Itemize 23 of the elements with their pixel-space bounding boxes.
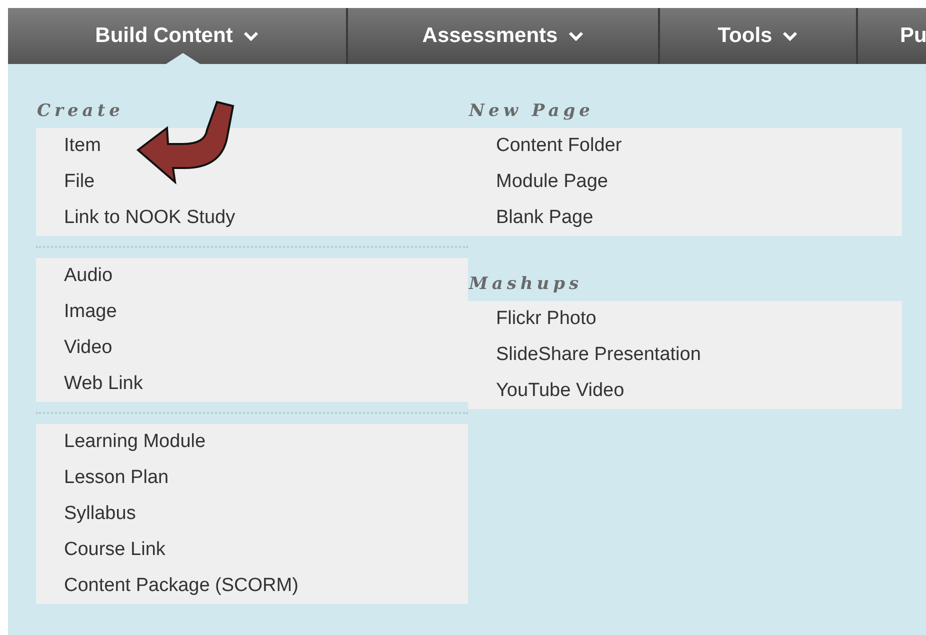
- menu-item[interactable]: Learning Module: [36, 424, 468, 460]
- menu-item[interactable]: Audio: [36, 258, 468, 294]
- menu-item[interactable]: Lesson Plan: [36, 460, 468, 496]
- menu-item[interactable]: File: [36, 164, 468, 200]
- menu-tab[interactable]: Build Content: [8, 8, 348, 64]
- menu-item[interactable]: Item: [36, 128, 468, 164]
- menu-item[interactable]: Image: [36, 294, 468, 330]
- section-heading: Create: [36, 100, 125, 123]
- menu-item[interactable]: Blank Page: [468, 200, 902, 236]
- menu-item[interactable]: YouTube Video: [468, 373, 902, 409]
- menu-tab[interactable]: Pu: [858, 8, 926, 64]
- menu-item[interactable]: Web Link: [36, 366, 468, 402]
- menu-item[interactable]: Video: [36, 330, 468, 366]
- menu-item[interactable]: Course Link: [36, 532, 468, 568]
- menu-item[interactable]: Content Package (SCORM): [36, 568, 468, 604]
- section-heading: Mashups: [468, 273, 584, 296]
- menu-item[interactable]: Module Page: [468, 164, 902, 200]
- menu-item[interactable]: Flickr Photo: [468, 301, 902, 337]
- menu-item[interactable]: Link to NOOK Study: [36, 200, 468, 236]
- section-heading: New Page: [468, 100, 595, 123]
- menu-item[interactable]: Content Folder: [468, 128, 902, 164]
- menu-item[interactable]: SlideShare Presentation: [468, 337, 902, 373]
- menu-item[interactable]: Syllabus: [36, 496, 468, 532]
